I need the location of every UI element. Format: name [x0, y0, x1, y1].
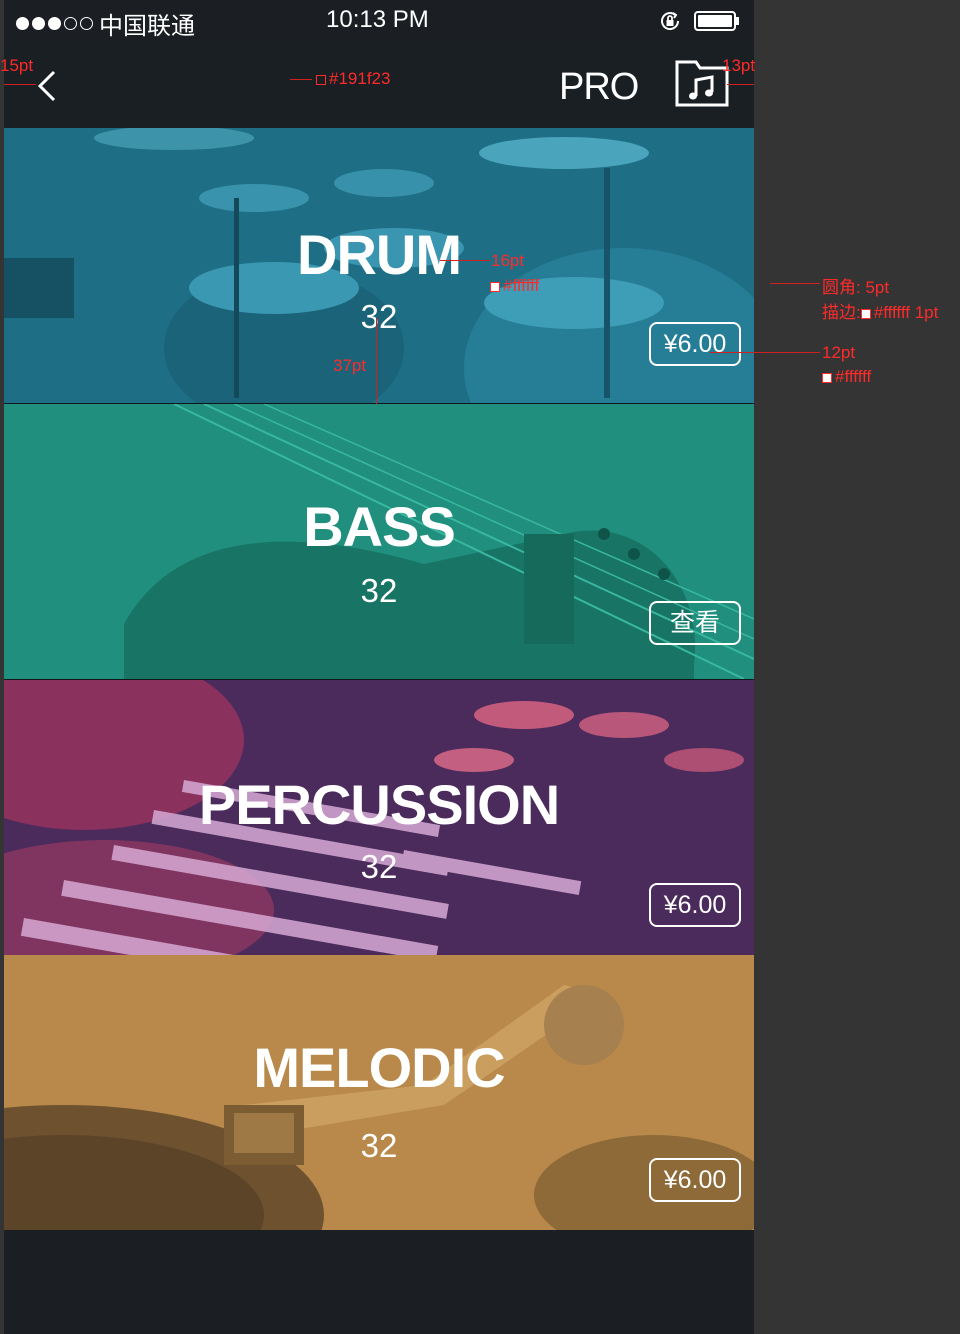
annotation-line	[710, 352, 820, 353]
card-count: 32	[360, 572, 398, 609]
price-button[interactable]: ¥6.00	[649, 1158, 741, 1202]
card-title: PERCUSSION	[198, 773, 560, 836]
price-button[interactable]: ¥6.00	[649, 322, 741, 366]
card-count: 32	[360, 1127, 398, 1164]
annotation-corner-radius: 圆角: 5pt	[822, 278, 890, 297]
annotation-price-color: #ffffff	[822, 367, 871, 387]
annotation-line	[4, 84, 36, 85]
annotation-price-size: 12pt	[822, 343, 856, 362]
annotation-title-color: #ffffff	[490, 276, 539, 296]
chevron-left-icon[interactable]	[26, 62, 74, 110]
card-count: 32	[360, 848, 398, 885]
card-title: MELODIC	[253, 1036, 505, 1099]
status-bar: 中国联通 10:13 PM	[4, 0, 754, 44]
card-title: BASS	[303, 495, 456, 558]
annotation-title-size: 16pt	[491, 251, 525, 270]
annotation-line	[770, 283, 820, 284]
card-count: 32	[360, 298, 398, 335]
card-percussion[interactable]: PERCUSSION 32 ¥6.00	[4, 680, 754, 955]
annotation-title-gap: 37pt	[333, 356, 367, 375]
card-drum[interactable]: DRUM 32 ¥6.00	[4, 128, 754, 403]
rotation-lock-icon	[661, 12, 680, 30]
carrier-name: 中国联通	[99, 13, 195, 40]
carrier-info: 中国联通	[16, 6, 195, 41]
card-melodic[interactable]: MELODIC 32 ¥6.00	[4, 955, 754, 1230]
annotation-line	[376, 318, 377, 404]
phone-screen: 中国联通 10:13 PM PRO DRUM 32 ¥6.00 BASS 32 …	[4, 0, 754, 1334]
annotation-line	[727, 84, 754, 85]
annotation-left-margin: 15pt	[0, 56, 34, 75]
annotation-line	[440, 260, 490, 261]
annotation-border: 描边: #ffffff 1pt	[822, 303, 939, 322]
annotation-nav-color: #191f23	[290, 69, 390, 89]
nav-title: PRO	[559, 66, 639, 108]
view-button[interactable]: 查看	[649, 601, 741, 645]
annotation-right-margin: 13pt	[722, 56, 756, 75]
signal-strength-icon	[16, 17, 93, 30]
price-button[interactable]: ¥6.00	[649, 883, 741, 927]
battery-icon	[694, 11, 739, 31]
status-time: 10:13 PM	[326, 6, 429, 33]
card-bass[interactable]: BASS 32 查看	[4, 404, 754, 679]
card-title: DRUM	[297, 223, 462, 286]
